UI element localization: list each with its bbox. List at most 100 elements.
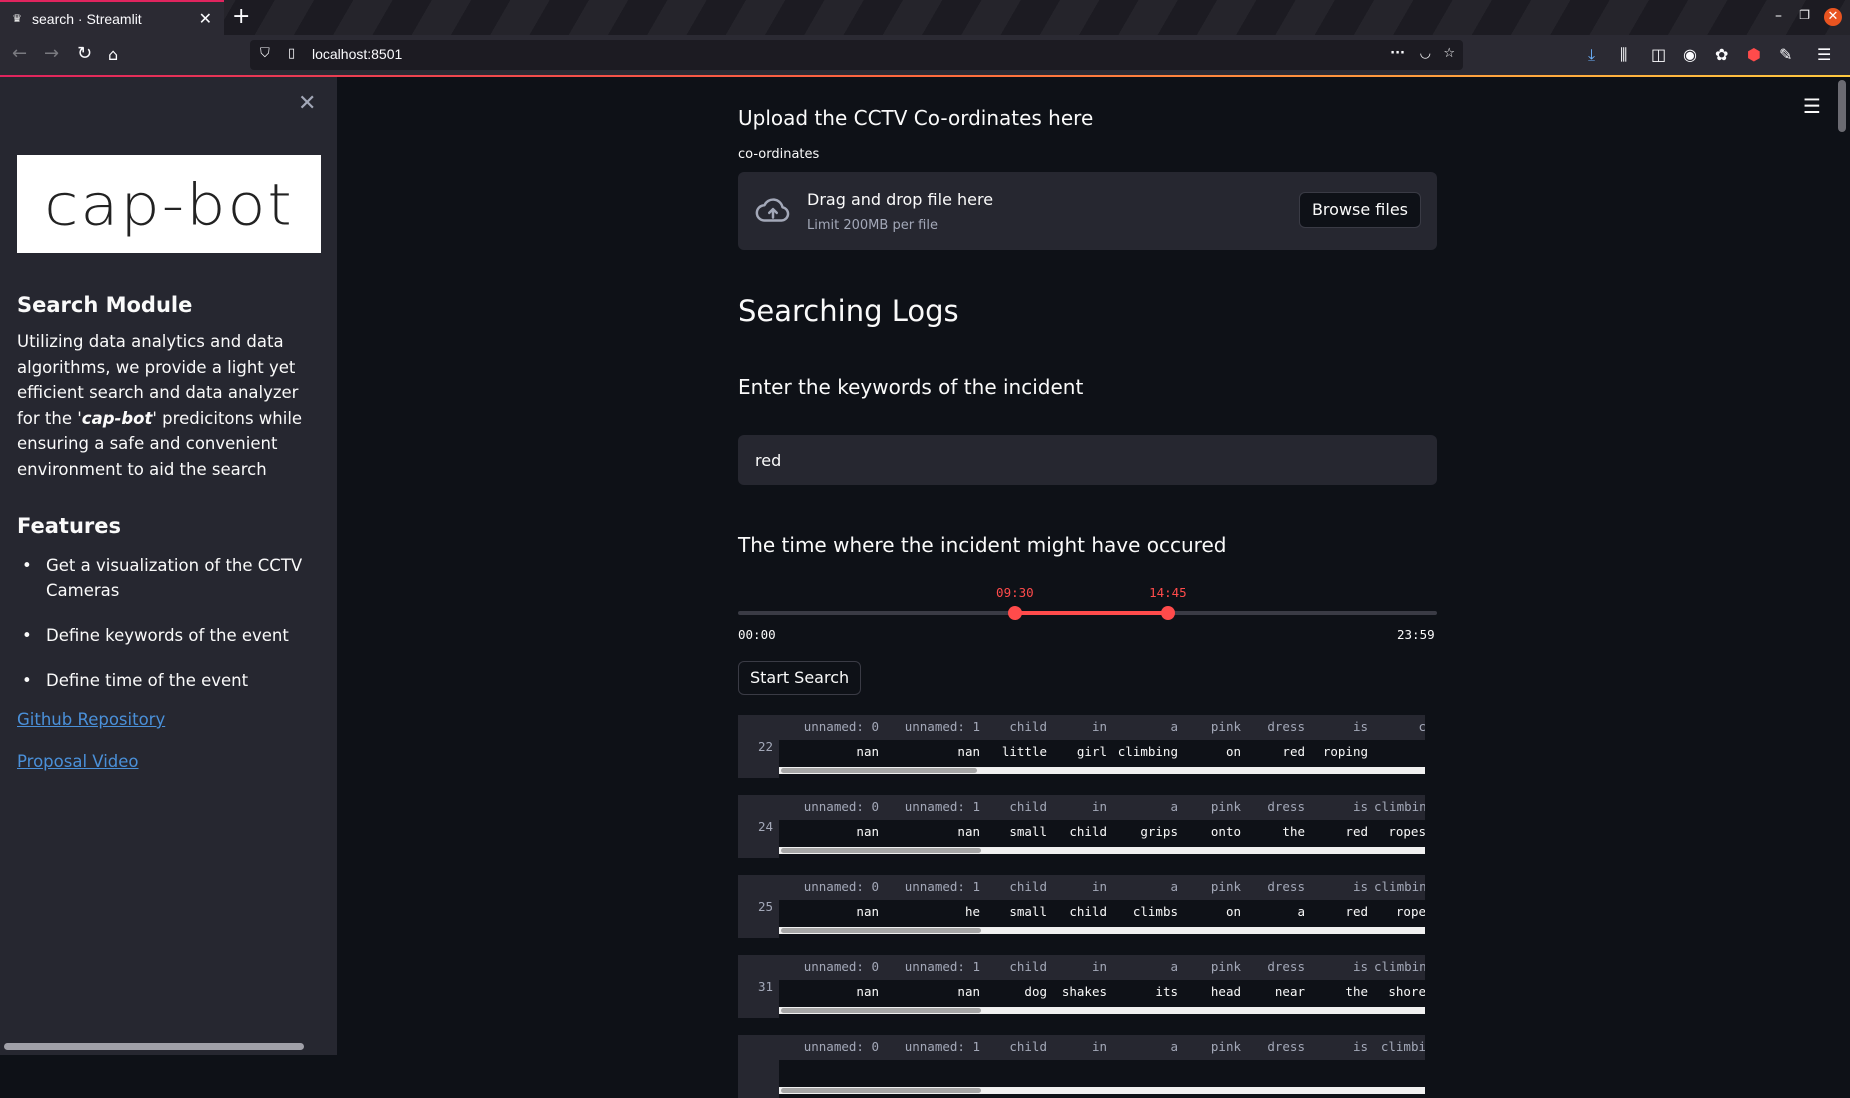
forward-arrow-icon[interactable]: → [44, 43, 59, 64]
dataframe-grid[interactable]: unnamed: 0 unnamed: 1 child in a pink dress is c… [779, 715, 1425, 778]
column-header[interactable]: unnamed: 1 [885, 875, 986, 899]
column-header[interactable]: is [1311, 795, 1374, 819]
scrollbar-thumb[interactable] [781, 848, 981, 853]
column-header[interactable]: dress [1247, 875, 1311, 899]
column-header[interactable]: c [1374, 715, 1425, 739]
column-header[interactable]: pink [1184, 955, 1247, 979]
column-header[interactable]: a [1113, 715, 1184, 739]
column-header[interactable]: pink [1184, 875, 1247, 899]
column-header[interactable]: unnamed: 1 [885, 955, 986, 979]
column-header[interactable]: unnamed: 0 [779, 715, 885, 739]
column-header[interactable]: climbi [1374, 1035, 1425, 1059]
column-header[interactable]: is [1311, 1035, 1374, 1059]
scrollbar-thumb[interactable] [781, 768, 977, 773]
result-dataframe[interactable]: 24 unnamed: 0 unnamed: 1 child in a pink dress i… [738, 795, 1425, 858]
app-menu-icon[interactable]: ☰ [1817, 45, 1831, 64]
dataframe-horizontal-scrollbar[interactable] [779, 767, 1425, 774]
column-header[interactable]: unnamed: 0 [779, 1035, 885, 1059]
column-header[interactable]: pink [1184, 795, 1247, 819]
sidebar-horizontal-scrollbar[interactable] [4, 1043, 304, 1050]
reload-icon[interactable]: ↻ [77, 43, 92, 64]
pen-extension-icon[interactable]: ✎ [1779, 45, 1792, 64]
extension-icon[interactable]: ✿ [1715, 45, 1728, 64]
downloads-icon[interactable]: ⤓ [1588, 45, 1595, 65]
url-text[interactable]: localhost:8501 [312, 46, 402, 62]
shield-icon[interactable]: ⛉ [260, 46, 270, 61]
window-close-icon[interactable]: ✕ [1824, 8, 1842, 26]
column-header[interactable]: climbin [1374, 875, 1425, 899]
column-header[interactable]: unnamed: 1 [885, 715, 986, 739]
column-header[interactable]: unnamed: 1 [885, 1035, 986, 1059]
result-dataframe[interactable]: unnamed: 0 unnamed: 1 child in a pink dress is c… [738, 1035, 1425, 1098]
result-dataframe[interactable]: 22 unnamed: 0 unnamed: 1 child in a pink dress i… [738, 715, 1425, 778]
github-repository-link[interactable]: Github Repository [17, 710, 165, 729]
column-header[interactable]: a [1113, 795, 1184, 819]
back-arrow-icon[interactable]: ← [12, 43, 27, 64]
start-search-button[interactable]: Start Search [738, 661, 862, 695]
column-header[interactable]: child [986, 955, 1053, 979]
column-header[interactable]: climbing [1374, 955, 1425, 979]
ublock-icon[interactable]: ⬢ [1747, 45, 1761, 64]
sidebar-close-icon[interactable]: ✕ [298, 91, 316, 116]
column-header[interactable]: unnamed: 0 [779, 955, 885, 979]
column-header[interactable]: in [1053, 795, 1113, 819]
dataframe-horizontal-scrollbar[interactable] [779, 1007, 1425, 1014]
proposal-video-link[interactable]: Proposal Video [17, 752, 139, 771]
column-header[interactable]: in [1053, 1035, 1113, 1059]
column-header[interactable]: is [1311, 955, 1374, 979]
more-actions-icon[interactable]: ··· [1390, 46, 1405, 61]
pocket-icon[interactable]: ◡ [1420, 46, 1431, 61]
column-header[interactable]: is [1311, 875, 1374, 899]
column-header[interactable]: pink [1184, 715, 1247, 739]
account-icon[interactable]: ◉ [1683, 45, 1697, 64]
column-header[interactable]: unnamed: 0 [779, 795, 885, 819]
column-header[interactable]: in [1053, 875, 1113, 899]
home-icon[interactable]: ⌂ [108, 45, 118, 64]
dataframe-horizontal-scrollbar[interactable] [779, 1087, 1425, 1094]
library-icon[interactable]: ⫼ [1620, 45, 1627, 65]
hamburger-menu-icon[interactable]: ☰ [1803, 94, 1821, 118]
page-info-icon[interactable]: ▯ [288, 46, 295, 61]
column-header[interactable]: in [1053, 955, 1113, 979]
column-header[interactable]: is [1311, 715, 1374, 739]
column-header[interactable]: unnamed: 0 [779, 875, 885, 899]
column-header[interactable]: child [986, 875, 1053, 899]
dataframe-horizontal-scrollbar[interactable] [779, 847, 1425, 854]
main-vertical-scrollbar[interactable] [1838, 80, 1846, 132]
bookmark-star-icon[interactable]: ☆ [1443, 46, 1455, 61]
column-header[interactable]: dress [1247, 715, 1311, 739]
dataframe-horizontal-scrollbar[interactable] [779, 927, 1425, 934]
sidebar-toggle-icon[interactable]: ◫ [1651, 45, 1666, 64]
dataframe-grid[interactable]: unnamed: 0 unnamed: 1 child in a pink dress is c… [779, 1035, 1425, 1098]
dataframe-grid[interactable]: unnamed: 0 unnamed: 1 child in a pink dress is c… [779, 875, 1425, 938]
slider-low-thumb[interactable] [1007, 606, 1022, 620]
tab-close-icon[interactable]: ✕ [199, 9, 212, 28]
url-bar[interactable]: ⛉ ▯ localhost:8501 ··· ◡ ☆ [250, 40, 1463, 70]
result-dataframe[interactable]: 25 unnamed: 0 unnamed: 1 child in a pink dress i… [738, 875, 1425, 938]
column-header[interactable]: unnamed: 1 [885, 795, 986, 819]
column-header[interactable]: child [986, 795, 1053, 819]
column-header[interactable]: in [1053, 715, 1113, 739]
column-header[interactable]: climbing [1374, 795, 1425, 819]
scrollbar-thumb[interactable] [781, 1088, 981, 1093]
time-range-slider[interactable]: 09:30 14:45 [738, 585, 1437, 620]
window-minimize-icon[interactable]: – [1775, 8, 1782, 24]
scrollbar-thumb[interactable] [781, 928, 981, 933]
column-header[interactable]: dress [1247, 1035, 1311, 1059]
browser-tab-active[interactable]: ♛ search · Streamlit ✕ [0, 0, 224, 35]
new-tab-plus-icon[interactable]: + [232, 4, 250, 29]
column-header[interactable]: pink [1184, 1035, 1247, 1059]
column-header[interactable]: child [986, 1035, 1053, 1059]
keywords-input[interactable] [738, 435, 1437, 485]
column-header[interactable]: child [986, 715, 1053, 739]
column-header[interactable]: a [1113, 875, 1184, 899]
window-restore-icon[interactable]: ❐ [1799, 8, 1810, 22]
column-header[interactable]: dress [1247, 955, 1311, 979]
column-header[interactable]: a [1113, 955, 1184, 979]
dataframe-grid[interactable]: unnamed: 0 unnamed: 1 child in a pink dress is c… [779, 795, 1425, 858]
column-header[interactable]: a [1113, 1035, 1184, 1059]
slider-high-thumb[interactable] [1160, 606, 1175, 620]
result-dataframe[interactable]: 31 unnamed: 0 unnamed: 1 child in a pink dress i… [738, 955, 1425, 1018]
scrollbar-thumb[interactable] [781, 1008, 981, 1013]
file-dropzone[interactable]: Drag and drop file here Limit 200MB per … [738, 172, 1437, 250]
